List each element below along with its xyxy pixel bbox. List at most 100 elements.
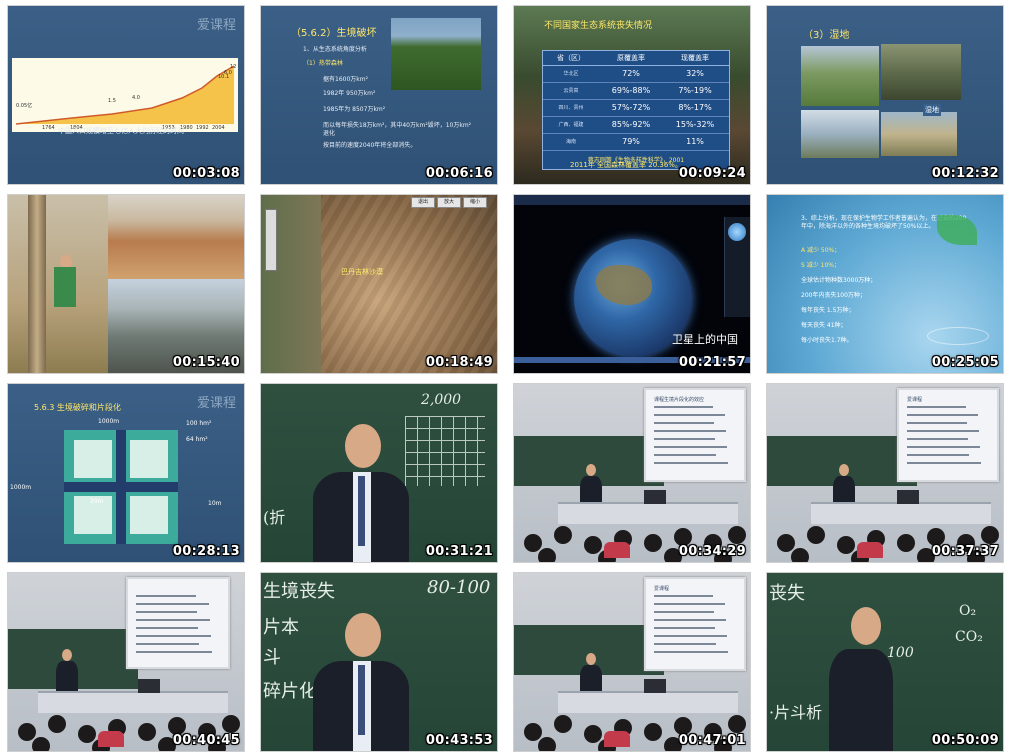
slide-text-line: 按目前的速度2040年将全部消失。 [323,142,417,149]
table-cell: 69%-88% [611,86,651,95]
board-writing: ·片斗析 [769,703,823,722]
slide-text-line: 每年丧失 1.5万种； [801,307,855,314]
timestamp-label: 00:06:16 [425,166,493,181]
leaf-graphic [937,215,977,245]
video-thumbnail[interactable]: 爱课程 0.05亿 1764 1804 1.5 4.0 1953 1980 1992 2004 10… [7,5,245,185]
table-cell: 云贵高 [563,88,579,94]
logo-text: 爱课程 [196,396,236,411]
monitor [644,679,666,693]
wetland-photo [801,110,879,158]
timestamp-label: 00:12:32 [931,166,999,181]
video-thumbnail[interactable]: 爱课程 5.6.3 生境破碎和片段化 1000m 1000m 100 hm² 64 hm²… [7,383,245,563]
video-thumbnail[interactable]: 00:15:40 [7,194,245,374]
audience-member [48,715,66,733]
board-writing: O₂ [959,603,977,619]
chart-caption: 中国人口规模增至七亿人大约历经的时间 [58,127,184,135]
lecturer-tie [358,665,365,735]
audience-member [538,737,556,751]
video-thumbnail[interactable]: 生境丧失 片本斗碎片化 80-100 00:43:53 [260,572,498,752]
table-cell: 11% [686,137,704,146]
video-thumbnail[interactable]: 爱课程 00:47:01 [513,572,751,752]
audience-member [897,534,915,552]
audience-member [138,723,156,741]
slide-text-line: 每天丧失 41种； [801,322,847,329]
table-row: 海南 79% 11% [543,134,729,151]
slide-text-line: 据有1600万km² [323,76,368,83]
slide-text-line: 200年内丧失100万种； [801,292,866,299]
tree-trunk [28,195,46,373]
screen-text-line [653,611,714,613]
video-thumbnail[interactable]: 不同国家生态系统丧失情况 省（区） 原覆盖率 现覆盖率 华北区 72% 32% 云贵高 69%-… [513,5,751,185]
timestamp-label: 00:21:57 [678,355,746,370]
monitor [644,490,666,504]
screen-text-line [906,438,968,440]
chart-area [16,66,234,124]
chart-tick-label: 6.0 [224,70,232,76]
screen-text-line [653,454,716,456]
monitor [897,490,919,504]
monitor [138,679,160,693]
audience-member [584,725,602,743]
timestamp-label: 00:03:08 [172,166,240,181]
table-cell: 57%-72% [611,103,651,112]
chart-tick-label: 12 [230,64,237,70]
map-button[interactable]: 放大 [437,197,461,208]
video-thumbnail[interactable]: 巴丹吉林沙漠 退出 放大 缩小 00:18:49 [260,194,498,374]
video-thumbnail[interactable]: 2,000 (折 00:31:21 [260,383,498,563]
audience-member [728,715,746,733]
video-thumbnail[interactable]: （3）湿地 湿地 00:12:32 [766,5,1004,185]
slide-heading: （5.6.2）生境破坏 [291,28,377,39]
board-writing: (折 [263,508,286,527]
map-button[interactable]: 退出 [411,197,435,208]
video-thumbnail[interactable]: 课程生境片段化的效应 00:34:29 [513,383,751,563]
video-thumbnail[interactable]: 卫星上的中国 00:21:57 [513,194,751,374]
slide-text-line: （1）热带森林 [303,60,343,67]
thumbnail-scene: （5.6.2）生境破坏 1、从生态系统角度分析 （1）热带森林据有1600万km² 1… [261,6,497,184]
map-button[interactable]: 缩小 [463,197,487,208]
habitat-square [64,430,178,544]
zoom-slider[interactable] [265,209,277,271]
board-writing: 2,000 [421,392,462,408]
timestamp-label: 00:25:05 [931,355,999,370]
thumbnail-scene: 生境丧失 片本斗碎片化 80-100 [261,573,497,751]
chart-tick-label: 2004 [212,125,225,131]
timestamp-label: 00:47:01 [678,733,746,748]
compass-icon[interactable] [728,223,746,241]
video-thumbnail[interactable]: 丧失 O₂ CO₂ 100 ·片斗析 00:50:09 [766,572,1004,752]
video-thumbnail[interactable]: 00:40:45 [7,572,245,752]
audience-member [604,542,630,558]
audience-member [222,715,240,733]
slide-text-line: 1982年 950万km² [323,90,376,97]
timestamp-label: 00:50:09 [931,733,999,748]
habitat-fragment [130,496,168,534]
app-toolbar [514,195,750,205]
audience-member [554,526,572,544]
slide-heading: 5.6.3 生境破碎和片段化 [34,403,121,412]
board-writing: 斗 [263,647,281,668]
video-thumbnail[interactable]: （5.6.2）生境破坏 1、从生态系统角度分析 （1）热带森林据有1600万km² 1… [260,5,498,185]
screen-text-line [136,643,199,645]
thumbnail-scene: 课程生境片段化的效应 [514,384,750,562]
board-writing: CO₂ [955,629,983,645]
thumbnail-scene [8,573,244,751]
screen-text-line [136,651,212,653]
screen-text-line [136,611,197,613]
screen-text-line [653,406,713,408]
thumbnail-scene [8,195,244,373]
lecture-desk [558,691,738,713]
slide-text-line: 1、从生态系统角度分析 [303,46,367,53]
screen-text-line [653,651,729,653]
audience-member [554,715,572,733]
video-thumbnail[interactable]: 3、综上分析，现在保护生物学工作者普遍认为，在过去的200年中，除海洋以外的各种… [766,194,1004,374]
timestamp-label: 00:43:53 [425,733,493,748]
table-cell: 15%-32% [675,120,715,129]
video-thumbnail[interactable]: 爱课程 00:37:37 [766,383,1004,563]
table-cell: 8%-17% [678,103,712,112]
thumbnail-scene: 巴丹吉林沙漠 退出 放大 缩小 [261,195,497,373]
audience-member [584,536,602,554]
chart-tick-label: 1764 [42,125,55,131]
screen-text-line [653,438,715,440]
slide-text-line: S 减少 10%； [801,262,840,269]
screen-text-line [136,627,198,629]
slide-heading: （3）湿地 [803,30,850,41]
